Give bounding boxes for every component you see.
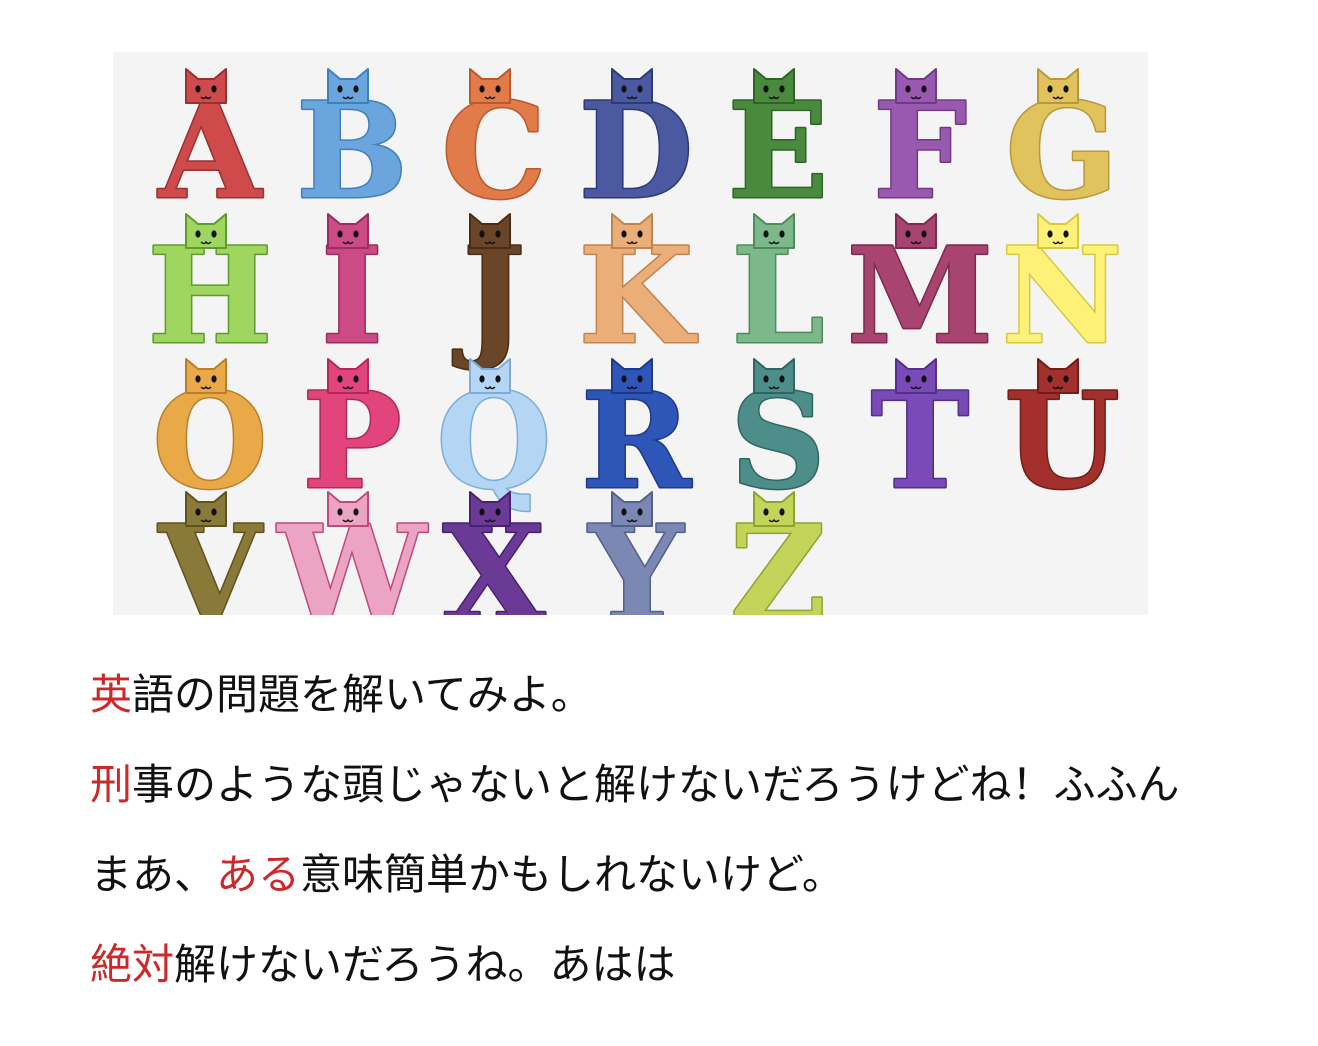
riddle-text: 英語の問題を解いてみよ。 刑事のような頭じゃないと解けないだろうけどね！ふふん …	[90, 660, 1310, 1020]
highlight-text: 刑	[90, 760, 133, 809]
letter-q: Q	[435, 358, 553, 521]
letter-s: S	[729, 358, 827, 521]
alphabet-image: ABCDEFG HIJKLMN OPQRSTU VWXYZ	[113, 52, 1148, 615]
letter-r: R	[580, 358, 694, 521]
highlight-text: 英	[90, 670, 133, 719]
highlight-text: 絶対	[90, 940, 175, 989]
line-text: 解けないだろうね。あはは	[174, 940, 676, 989]
letter-w: W	[274, 491, 429, 615]
letter-e: E	[726, 68, 830, 231]
letter-a: A	[155, 68, 264, 231]
letter-x: X	[441, 491, 547, 615]
letter-l: L	[730, 213, 826, 376]
letter-y: Y	[585, 491, 686, 615]
letter-n: N	[1000, 213, 1124, 376]
letter-u: U	[1003, 358, 1121, 521]
text-line-2: 刑事のような頭じゃないと解けないだろうけどね！ふふん	[90, 750, 1310, 840]
letter-m: M	[845, 213, 995, 376]
letter-h: H	[146, 213, 274, 376]
text-line-4: 絶対解けないだろうね。あはは	[90, 930, 1310, 1020]
letter-f: F	[872, 68, 968, 231]
letter-v: V	[156, 491, 265, 615]
highlight-text: ある	[216, 850, 301, 899]
letter-j: J	[451, 213, 527, 376]
line-text: 語の問題を解いてみよ。	[132, 670, 593, 719]
letter-z: Z	[728, 491, 828, 615]
line-text: 意味簡単かもしれないけど。	[300, 850, 844, 899]
line-text: 事のような頭じゃないと解けないだろうけどね！ふふん	[132, 760, 1180, 809]
text-line-1: 英語の問題を解いてみよ。	[90, 660, 1310, 750]
letter-o: O	[151, 358, 269, 521]
letter-g: G	[1004, 68, 1120, 231]
letter-k: K	[577, 213, 699, 376]
letter-i: I	[320, 213, 384, 376]
letter-b: B	[295, 68, 409, 231]
letter-t: T	[869, 358, 971, 521]
letter-d: D	[577, 68, 695, 231]
letter-p: P	[301, 358, 403, 521]
text-line-3: まあ、ある意味簡単かもしれないけど。	[90, 840, 1310, 930]
alphabet-svg: A B C D E F G H I J K L M N O P Q R S T U V W X Y Z	[146, 68, 1124, 615]
line-prefix: まあ、	[90, 850, 217, 899]
letter-c: C	[440, 68, 548, 231]
